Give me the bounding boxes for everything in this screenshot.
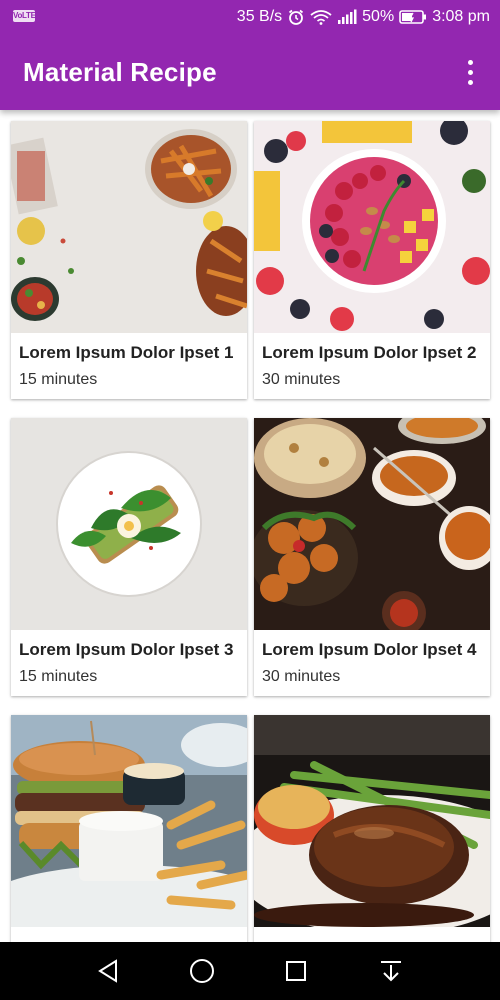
battery-percent: 50% [362,8,395,25]
recipe-duration: 30 minutes [262,371,341,388]
recipe-duration: 30 minutes [262,668,341,685]
recipe-card[interactable]: Lorem Ipsum Dolor Ipset 4 30 minutes [254,418,490,696]
status-time: 3:08 pm [432,8,490,25]
battery-icon [399,9,427,25]
recipe-card[interactable]: Lorem Ipsum Dolor Ipset 3 15 minutes [11,418,247,696]
overflow-dot [467,79,473,85]
recipe-card[interactable] [11,715,247,942]
recipe-image-curry-spread [254,418,490,630]
recipe-card[interactable] [254,715,490,942]
recipe-image-smoothie-bowl [254,121,490,333]
home-icon[interactable] [187,956,217,986]
status-bar: VoLTE 35 B/s 50% 3:08 pm [0,0,500,34]
recipe-title: Lorem Ipsum Dolor Ipset 2 [262,343,477,362]
recipe-image-fries-and-bowls [11,121,247,333]
recipe-card[interactable]: Lorem Ipsum Dolor Ipset 1 15 minutes [11,121,247,399]
overflow-dot [467,69,473,75]
navigation-bar [0,942,500,1000]
recipe-grid: Lorem Ipsum Dolor Ipset 1 15 minutes Lor… [0,110,500,942]
more-vert-icon[interactable] [456,56,484,88]
recipe-title: Lorem Ipsum Dolor Ipset 1 [19,343,234,362]
notification-pull-icon[interactable] [376,956,406,986]
recipe-duration: 15 minutes [19,668,98,685]
recipe-title: Lorem Ipsum Dolor Ipset 4 [262,640,477,659]
recipe-title: Lorem Ipsum Dolor Ipset 3 [19,640,234,659]
volte-badge: VoLTE [13,10,36,22]
wifi-icon [310,9,332,25]
signal-icon [337,9,357,25]
recents-icon[interactable] [281,956,311,986]
recipe-image-burger-and-fries [11,715,247,927]
page-title: Material Recipe [23,57,217,87]
recipe-card[interactable]: Lorem Ipsum Dolor Ipset 2 30 minutes [254,121,490,399]
recipe-image-avocado-toast [11,418,247,630]
overflow-dot [467,59,473,65]
recipe-duration: 15 minutes [19,371,98,388]
status-icons: 35 B/s 50% 3:08 pm [237,7,490,27]
back-icon[interactable] [94,956,124,986]
recipe-image-steak-with-asparagus [254,715,490,927]
app-bar: VoLTE 35 B/s 50% 3:08 pm Material Recipe [0,0,500,110]
net-speed: 35 B/s [236,8,283,25]
alarm-icon [287,8,305,26]
